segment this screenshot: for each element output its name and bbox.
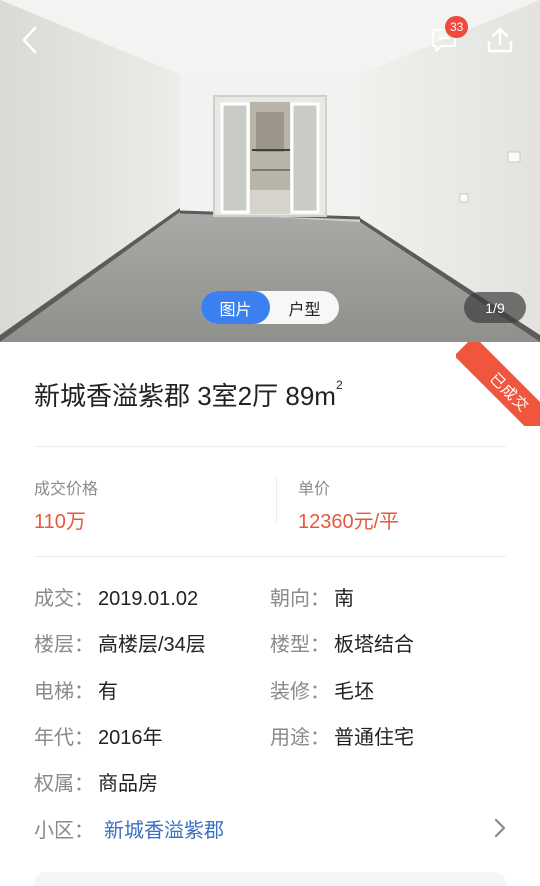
message-badge: 33 (445, 16, 469, 38)
tab-floorplan[interactable]: 户型 (270, 291, 339, 324)
detail-orientation: 朝向：南 (270, 582, 354, 611)
detail-label: 小区： (34, 818, 94, 842)
detail-label: 年代： (34, 725, 94, 749)
detail-value: 毛坯 (334, 681, 374, 703)
listing-title: 新城香溢紫郡 3室2厅 89m2 (34, 376, 343, 413)
detail-value: 2019.01.02 (98, 588, 199, 610)
detail-building-type: 楼型： 板塔结合 (270, 628, 414, 657)
share-icon (487, 27, 513, 53)
community-link[interactable]: 新城香溢紫郡 (104, 820, 224, 842)
detail-value: 南 (334, 588, 354, 610)
detail-floor: 楼层： 高楼层/34层 (34, 628, 206, 657)
back-button[interactable] (8, 18, 52, 62)
detail-elevator: 电梯：有 (34, 675, 118, 704)
detail-decoration: 装修： 毛坯 (270, 675, 374, 704)
detail-value: 普通住宅 (334, 727, 414, 749)
back-arrow-icon (22, 26, 37, 54)
unit-price-label: 单价 (298, 479, 331, 498)
tab-photos[interactable]: 图片 (201, 291, 270, 324)
detail-label: 楼型： (270, 632, 330, 656)
detail-label: 成交： (34, 586, 94, 610)
detail-label: 权属： (34, 771, 94, 795)
price-separator (276, 476, 277, 524)
detail-deal-date: 成交： 2019.01.02 (34, 582, 198, 611)
next-section-card (34, 872, 506, 886)
detail-label: 用途： (270, 725, 330, 749)
area-unit-superscript: 2 (335, 378, 343, 393)
detail-value: 2016年 (98, 727, 163, 749)
detail-usage: 用途： 普通住宅 (270, 721, 414, 750)
chevron-right-icon[interactable] (490, 816, 510, 840)
detail-label: 楼层： (34, 632, 94, 656)
listing-title-text: 新城香溢紫郡 3室2厅 89m (34, 381, 336, 411)
deal-price-label: 成交价格 (34, 479, 99, 498)
status-ribbon-label: 已成交 (456, 342, 540, 426)
community-link-row[interactable]: 小区： 新城香溢紫郡 (34, 814, 506, 843)
share-button[interactable] (478, 18, 522, 62)
divider (34, 446, 506, 447)
unit-price-value: 12360元/平 (298, 511, 400, 533)
detail-value: 有 (98, 681, 118, 703)
deal-price-value: 110万 (34, 511, 86, 533)
detail-label: 装修： (270, 679, 330, 703)
detail-ownership: 权属： 商品房 (34, 767, 158, 796)
detail-value: 板塔结合 (334, 634, 414, 656)
detail-label: 朝向： (270, 586, 330, 610)
detail-year: 年代： 2016年 (34, 721, 163, 750)
detail-value: 商品房 (98, 773, 158, 795)
divider (34, 556, 506, 557)
detail-label: 电梯： (34, 679, 94, 703)
detail-value: 高楼层/34层 (98, 634, 206, 656)
status-ribbon: 已成交 (456, 342, 540, 426)
photo-counter: 1/9 (464, 292, 526, 323)
gallery-tab-switch: 图片 户型 (201, 291, 339, 324)
listing-photo[interactable]: 33 图片 户型 1/9 (0, 0, 540, 342)
